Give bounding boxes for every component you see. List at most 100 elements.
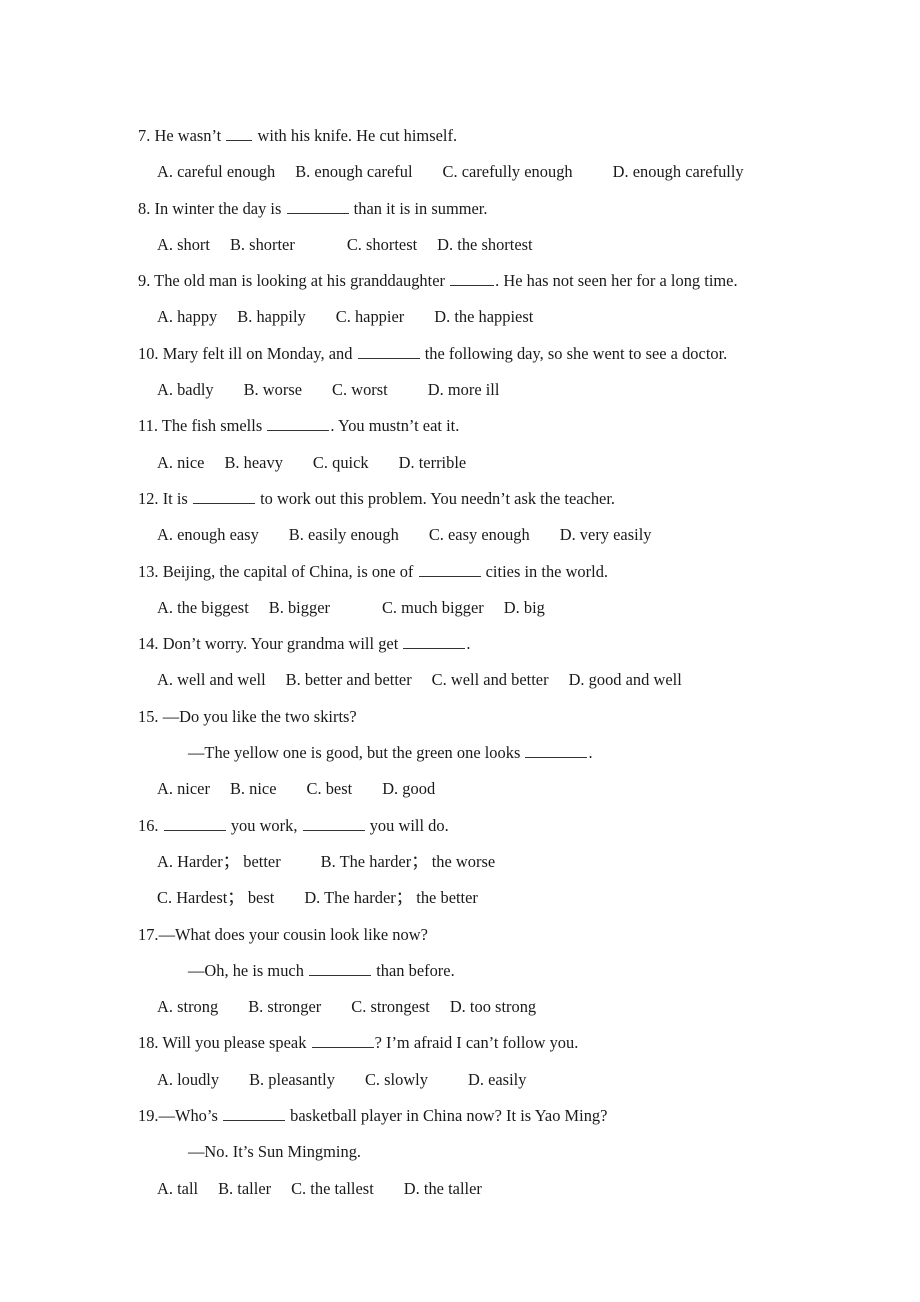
- answer-blank: [267, 415, 330, 432]
- question-number: 18.: [138, 1033, 159, 1053]
- option-b[interactable]: B. bigger: [269, 598, 330, 617]
- question-text-before: It is: [162, 488, 188, 508]
- question-text-after: basketball player in China now? It is Ya…: [290, 1106, 608, 1126]
- dialogue-reply: —No. It’s Sun Mingming.: [138, 1134, 818, 1170]
- option-row: A. enough easy B. easily enough C. easy en…: [138, 517, 818, 553]
- answer-blank: [357, 342, 420, 359]
- option-d[interactable]: D. very easily: [560, 525, 652, 544]
- option-a[interactable]: A. enough easy: [157, 525, 259, 544]
- answer-blank: [163, 814, 226, 831]
- worksheet-body: 7. He wasn’t with his knife. He cut hims…: [138, 118, 818, 1207]
- question-number: 15.: [138, 706, 159, 726]
- option-a[interactable]: A. the biggest: [157, 598, 249, 617]
- question-text-after: .: [466, 634, 471, 654]
- option-row: A. happy B. happily C. happier D. the happi…: [138, 299, 818, 335]
- option-d[interactable]: D. the shortest: [437, 235, 532, 254]
- option-d[interactable]: D. the taller: [404, 1179, 482, 1198]
- option-b[interactable]: B. heavy: [224, 453, 282, 472]
- option-a[interactable]: A. tall: [157, 1179, 198, 1198]
- option-b[interactable]: B. enough careful: [295, 162, 412, 181]
- option-row: A. nice B. heavy C. quick D. terrible: [138, 445, 818, 481]
- question-stem: 7. He wasn’t with his knife. He cut hims…: [138, 118, 818, 154]
- option-c[interactable]: C. much bigger: [382, 598, 484, 617]
- option-d[interactable]: D. enough carefully: [613, 162, 744, 181]
- option-d[interactable]: D. good and well: [569, 670, 682, 689]
- option-row: C. Hardest； best D. The harder； the bette…: [138, 880, 818, 916]
- option-b[interactable]: B. pleasantly: [249, 1070, 335, 1089]
- option-c[interactable]: C. quick: [313, 453, 369, 472]
- option-c[interactable]: C. Hardest； best: [157, 888, 274, 907]
- question-text-before: Don’t worry. Your grandma will get: [162, 634, 399, 654]
- question-number: 17.: [138, 924, 159, 944]
- question-number: 13.: [138, 561, 159, 581]
- option-b[interactable]: B. better and better: [286, 670, 412, 689]
- question-text-after: you will do.: [369, 815, 449, 835]
- option-c[interactable]: C. best: [307, 779, 353, 798]
- question-text-after: than it is in summer.: [353, 198, 488, 218]
- option-c[interactable]: C. easy enough: [429, 525, 530, 544]
- option-c[interactable]: C. slowly: [365, 1070, 428, 1089]
- option-b[interactable]: B. happily: [237, 307, 306, 326]
- option-d[interactable]: D. The harder； the better: [304, 888, 478, 907]
- option-a[interactable]: A. happy: [157, 307, 217, 326]
- option-row: A. badly B. worse C. worst D. more ill: [138, 372, 818, 408]
- question-text-after: the following day, so she went to see a …: [424, 343, 728, 363]
- option-a[interactable]: A. short: [157, 235, 210, 254]
- option-c[interactable]: C. worst: [332, 380, 388, 399]
- question-text-before: The old man is looking at his granddaugh…: [154, 271, 445, 291]
- question-number: 10.: [138, 343, 159, 363]
- question-text-before: The fish smells: [161, 416, 263, 436]
- option-d[interactable]: D. good: [382, 779, 435, 798]
- option-c[interactable]: C. the tallest: [291, 1179, 374, 1198]
- option-d[interactable]: D. more ill: [428, 380, 500, 399]
- option-c[interactable]: C. happier: [336, 307, 404, 326]
- option-a[interactable]: A. well and well: [157, 670, 266, 689]
- question-stem: 12. It is to work out this problem. You …: [138, 481, 818, 517]
- option-d[interactable]: D. easily: [468, 1070, 526, 1089]
- option-a[interactable]: A. nicer: [157, 779, 210, 798]
- option-b[interactable]: B. worse: [244, 380, 302, 399]
- option-b[interactable]: B. The harder； the worse: [321, 852, 496, 871]
- option-a[interactable]: A. strong: [157, 997, 218, 1016]
- option-c[interactable]: C. carefully enough: [443, 162, 573, 181]
- question-number: 8.: [138, 198, 151, 218]
- option-a[interactable]: A. loudly: [157, 1070, 219, 1089]
- option-row: A. short B. shorter C. shortest D. the shor…: [138, 227, 818, 263]
- reply-text-after: than before.: [376, 960, 455, 980]
- option-d[interactable]: D. big: [504, 598, 545, 617]
- question-number: 14.: [138, 634, 159, 654]
- question-stem: 16. you work, you will do.: [138, 808, 818, 844]
- question-text-after: with his knife. He cut himself.: [257, 126, 458, 145]
- question-text-before: —Do you like the two skirts?: [162, 706, 357, 726]
- option-b[interactable]: B. stronger: [248, 997, 321, 1016]
- option-c[interactable]: C. well and better: [432, 670, 549, 689]
- question-stem: 8. In winter the day is than it is in su…: [138, 191, 818, 227]
- option-b[interactable]: B. taller: [218, 1179, 271, 1198]
- option-c[interactable]: C. strongest: [351, 997, 430, 1016]
- option-b[interactable]: B. nice: [230, 779, 277, 798]
- option-c[interactable]: C. shortest: [347, 235, 417, 254]
- option-d[interactable]: D. the happiest: [434, 307, 533, 326]
- reply-text-after: .: [588, 743, 593, 763]
- document-page: 7. He wasn’t with his knife. He cut hims…: [0, 0, 920, 1302]
- option-row: A. the biggest B. bigger C. much bigger D. …: [138, 590, 818, 626]
- question-number: 19.: [138, 1106, 159, 1126]
- answer-blank: [525, 741, 588, 759]
- question-stem: 13. Beijing, the capital of China, is on…: [138, 554, 818, 590]
- option-a[interactable]: A. careful enough: [157, 162, 275, 181]
- question-text-after: . You mustn’t eat it.: [330, 416, 460, 436]
- answer-blank: [309, 959, 372, 976]
- question-number: 7.: [138, 126, 151, 145]
- option-a[interactable]: A. Harder； better: [157, 852, 281, 871]
- question-stem: 14. Don’t worry. Your grandma will get .: [138, 626, 818, 662]
- option-a[interactable]: A. nice: [157, 453, 204, 472]
- option-b[interactable]: B. shorter: [230, 235, 295, 254]
- question-text-before: —Who’s: [158, 1106, 218, 1126]
- option-a[interactable]: A. badly: [157, 380, 214, 399]
- reply-text-before: —The yellow one is good, but the green o…: [188, 743, 521, 763]
- option-b[interactable]: B. easily enough: [289, 525, 399, 544]
- option-d[interactable]: D. terrible: [399, 453, 467, 472]
- option-d[interactable]: D. too strong: [450, 997, 536, 1016]
- answer-blank: [403, 633, 466, 650]
- answer-blank: [311, 1032, 374, 1049]
